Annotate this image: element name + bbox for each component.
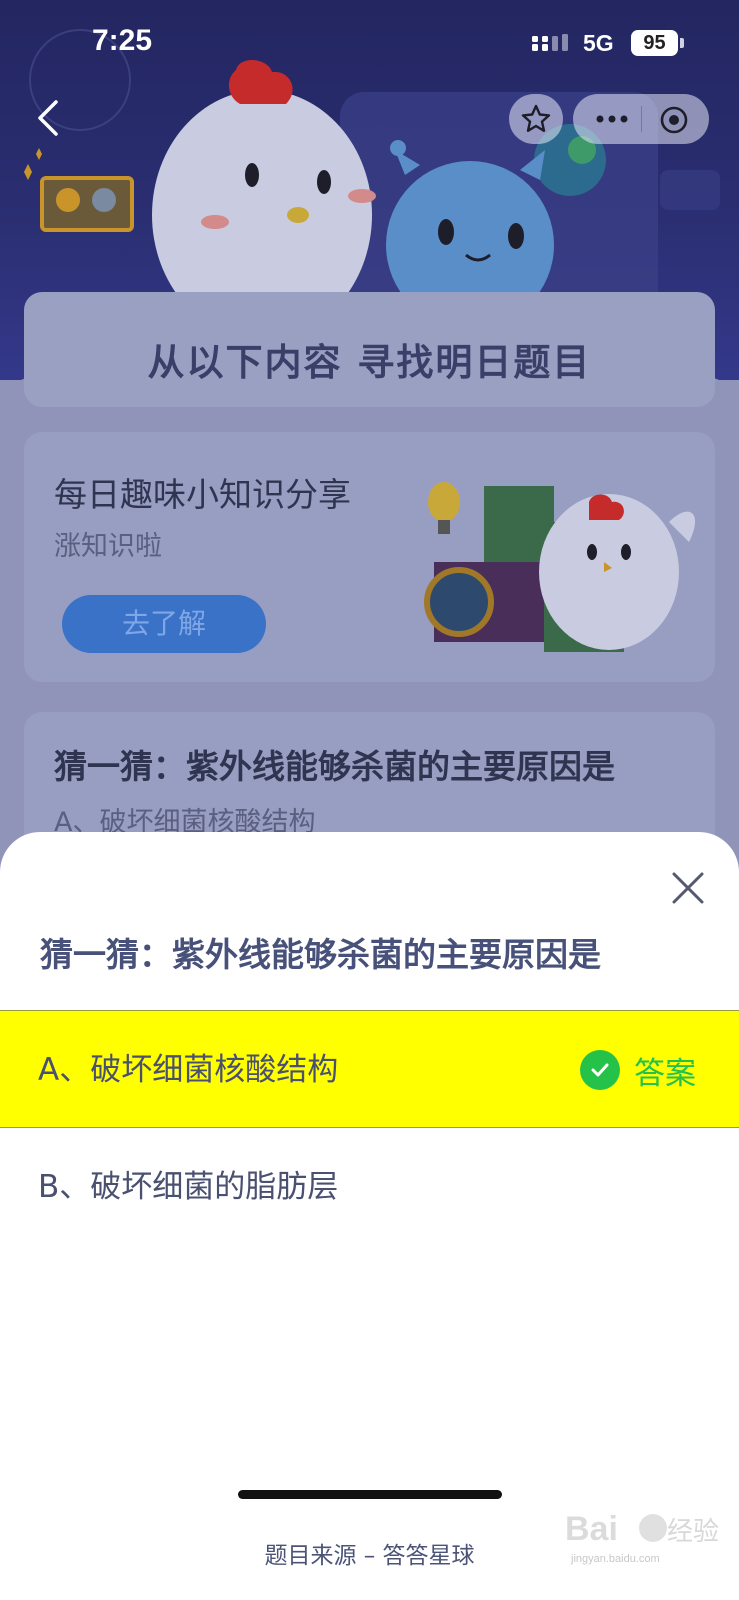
check-circle-icon — [580, 1050, 620, 1090]
knowledge-illustration — [424, 482, 696, 652]
favorite-button[interactable] — [509, 94, 563, 144]
star-icon — [521, 104, 551, 132]
home-indicator — [238, 1490, 502, 1499]
guess-card-title: 猜一猜：紫外线能够杀菌的主要原因是 — [54, 747, 615, 786]
knowledge-card-title: 每日趣味小知识分享 — [54, 475, 351, 514]
chevron-left-icon — [38, 100, 58, 136]
capsule-divider — [641, 106, 642, 132]
cellular-signal-icon — [532, 34, 568, 51]
more-dots-icon[interactable] — [595, 107, 629, 131]
section-title: 从以下内容 寻找明日题目 — [147, 341, 592, 384]
close-button[interactable] — [668, 868, 708, 908]
section-header-card: 从以下内容 寻找明日题目 — [24, 292, 715, 407]
answer-tag: 答案 — [580, 1049, 696, 1092]
svg-text:经验: 经验 — [667, 1517, 719, 1547]
question-title: 猜一猜：紫外线能够杀菌的主要原因是 — [40, 935, 601, 974]
answer-tag-label: 答案 — [634, 1055, 696, 1092]
learn-more-button[interactable]: 去了解 — [62, 595, 266, 653]
status-time: 7:25 — [92, 24, 153, 57]
target-circle-icon[interactable] — [659, 105, 689, 135]
battery-level: 95 — [631, 30, 678, 56]
svg-text:jingyan.baidu.com: jingyan.baidu.com — [570, 1553, 660, 1565]
answer-sheet: 猜一猜：紫外线能够杀菌的主要原因是 A、破坏细菌核酸结构 答案 B、破坏细菌的脂… — [0, 832, 739, 1600]
back-button[interactable] — [30, 96, 70, 140]
knowledge-card-subtitle: 涨知识啦 — [54, 531, 162, 562]
option-a[interactable]: A、破坏细菌核酸结构 答案 — [0, 1010, 739, 1128]
status-bar: 7:25 5G 95 — [0, 0, 739, 90]
battery-tip — [680, 38, 684, 48]
option-a-label: A、破坏细菌核酸结构 — [38, 1052, 339, 1088]
option-b[interactable]: B、破坏细菌的脂肪层 — [0, 1128, 739, 1246]
mini-program-capsule — [573, 94, 709, 144]
baidu-jingyan-watermark: Bai 经验 jingyan.baidu.com — [565, 1510, 719, 1565]
knowledge-card[interactable]: 每日趣味小知识分享 涨知识啦 去了解 — [24, 432, 715, 682]
network-type: 5G — [583, 30, 614, 56]
svg-text:Bai: Bai — [565, 1510, 618, 1548]
close-icon — [672, 872, 704, 904]
option-b-label: B、破坏细菌的脂肪层 — [38, 1169, 339, 1205]
